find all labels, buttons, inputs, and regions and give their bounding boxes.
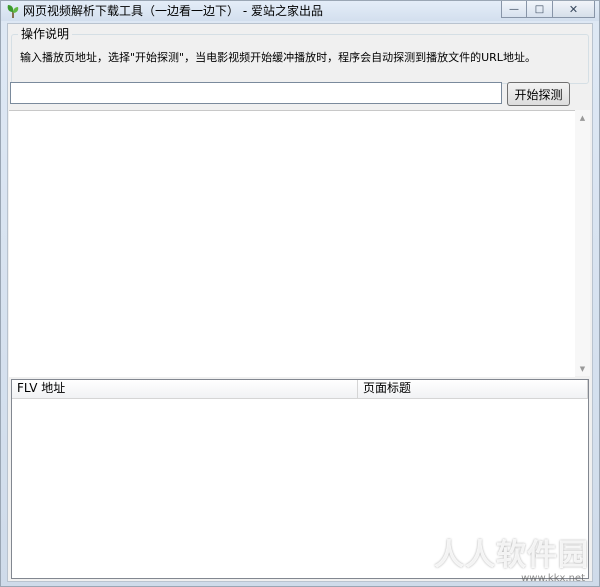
title-bar[interactable]: 网页视频解析下载工具（一边看一边下） - 爱站之家出品 — □ ✕ [1, 1, 599, 21]
close-icon: ✕ [568, 2, 579, 16]
watermark-logo-text: 人人软件园 [434, 538, 589, 573]
maximize-icon: □ [534, 3, 545, 15]
instructions-text: 输入播放页地址，选择"开始探测"，当电影视频开始缓冲播放时，程序会自动探测到播放… [20, 51, 536, 64]
scroll-up-icon[interactable]: ▲ [575, 110, 590, 125]
column-header-page-title[interactable]: 页面标题 [358, 380, 588, 398]
app-window: 网页视频解析下载工具（一边看一边下） - 爱站之家出品 — □ ✕ 操作说明 输… [0, 0, 600, 587]
start-detect-button[interactable]: 开始探测 [507, 82, 570, 106]
instructions-legend: 操作说明 [18, 26, 73, 42]
maximize-button[interactable]: □ [527, 1, 553, 18]
url-input[interactable] [10, 82, 502, 104]
minimize-icon: — [509, 3, 519, 15]
window-controls: — □ ✕ [501, 1, 595, 19]
column-header-flv-url[interactable]: FLV 地址 [12, 380, 358, 398]
result-list-header: FLV 地址 页面标题 [12, 380, 588, 399]
log-scrollbar[interactable]: ▲ ▼ [575, 110, 590, 376]
watermark: 人人软件园 www.kkx.net [434, 538, 589, 585]
client-area: 操作说明 输入播放页地址，选择"开始探测"，当电影视频开始缓冲播放时，程序会自动… [7, 23, 593, 582]
scroll-down-icon[interactable]: ▼ [575, 361, 590, 376]
minimize-button[interactable]: — [501, 1, 527, 18]
app-leaf-icon [7, 5, 19, 18]
close-button[interactable]: ✕ [553, 1, 595, 18]
window-title: 网页视频解析下载工具（一边看一边下） - 爱站之家出品 [23, 4, 323, 18]
instructions-group: 操作说明 输入播放页地址，选择"开始探测"，当电影视频开始缓冲播放时，程序会自动… [11, 26, 589, 84]
watermark-url: www.kkx.net [521, 573, 585, 584]
log-text-area[interactable] [9, 110, 575, 377]
